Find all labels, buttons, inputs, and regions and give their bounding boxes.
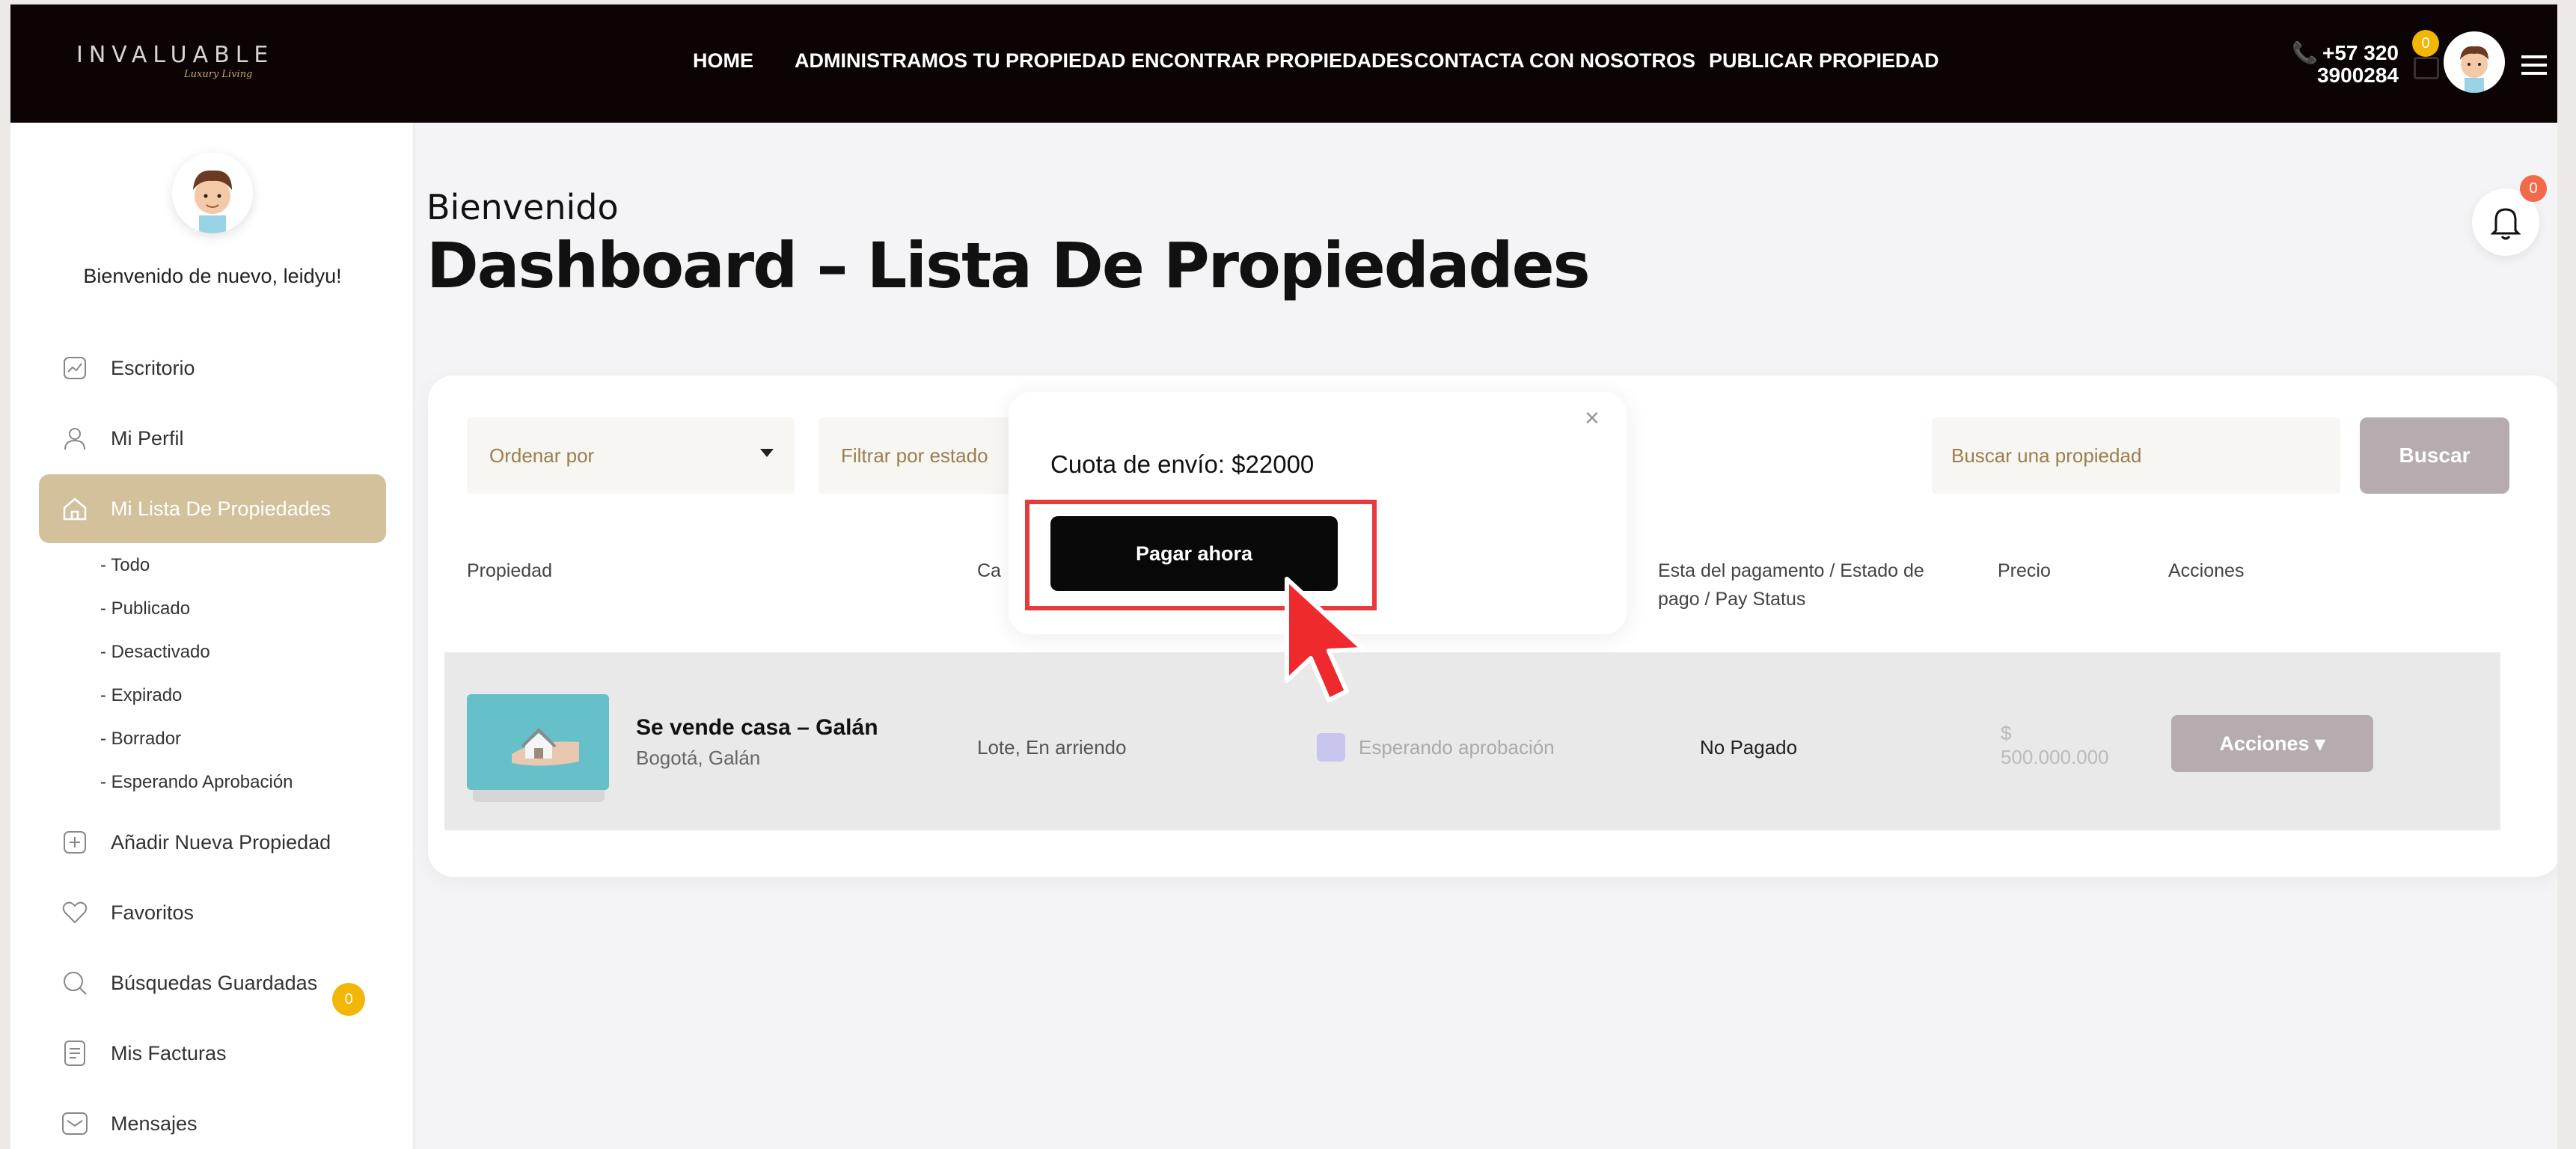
search-input[interactable]: [1932, 417, 2340, 494]
logo-subtitle: Luxury Living: [184, 69, 253, 80]
chevron-down-icon: [760, 449, 774, 457]
welcome-message: Bienvenido de nuevo, leidyu!: [83, 265, 342, 287]
sub-item-esperando[interactable]: - Esperando Aprobación: [100, 772, 293, 793]
header-category: Ca: [977, 560, 1001, 581]
sidebar-item-escritorio[interactable]: Escritorio: [39, 334, 386, 402]
top-navbar: INVALUABLE Luxury Living HOME ADMINISTRA…: [10, 4, 2557, 123]
property-thumbnail[interactable]: [467, 694, 609, 790]
nav-publicar[interactable]: PUBLICAR PROPIEDAD: [1709, 49, 1939, 73]
shipping-fee: Cuota de envío: $22000: [1050, 450, 1315, 478]
payment-status: No Pagado: [1700, 736, 1798, 759]
nav-administramos[interactable]: ADMINISTRAMOS TU PROPIEDAD: [795, 49, 1126, 73]
property-title[interactable]: Se vende casa – Galán: [636, 715, 878, 741]
header-price: Precio: [1998, 560, 2051, 581]
sidebar-label-mi-lista: Mi Lista De Propiedades: [111, 497, 331, 520]
phone-icon: 📞: [2292, 41, 2318, 64]
messages-badge: 0: [332, 983, 365, 1016]
sidebar-item-facturas[interactable]: Mis Facturas: [39, 1019, 386, 1088]
home-icon: [58, 492, 91, 525]
phone-line-2: 3900284: [2316, 64, 2399, 87]
header-payment-status: Esta del pagamento / Estado de pago / Pa…: [1658, 557, 1924, 613]
phone-contact[interactable]: 📞 +57 320 3900284: [2279, 42, 2399, 87]
sub-item-publicado[interactable]: - Publicado: [100, 598, 190, 619]
search-button[interactable]: Buscar: [2360, 417, 2509, 494]
cursor-arrow-icon: [1282, 576, 1380, 729]
header-property: Propiedad: [467, 560, 552, 581]
user-avatar[interactable]: [2444, 31, 2505, 93]
sub-item-borrador[interactable]: - Borrador: [100, 729, 181, 750]
phone-line-1: +57 320: [2322, 41, 2399, 64]
site-logo[interactable]: INVALUABLE: [76, 42, 274, 68]
header-payment-line-1: Esta del pagamento / Estado de: [1658, 560, 1924, 581]
header-payment-line-2: pago / Pay Status: [1658, 589, 1806, 610]
cart-icon[interactable]: [2414, 57, 2439, 79]
sub-item-expirado[interactable]: - Expirado: [100, 685, 182, 706]
search-icon: [58, 966, 91, 999]
price-value: 500.000.000: [2001, 746, 2109, 768]
property-price: $ 500.000.000: [2001, 721, 2109, 769]
actions-dropdown-button[interactable]: Acciones ▾: [2171, 715, 2373, 772]
nav-home[interactable]: HOME: [693, 49, 753, 73]
profile-avatar: [172, 153, 253, 233]
sidebar-item-favoritos[interactable]: Favoritos: [39, 878, 386, 947]
sidebar-item-mensajes[interactable]: Mensajes: [39, 1089, 386, 1149]
sidebar-item-mi-lista[interactable]: Mi Lista De Propiedades: [39, 474, 386, 543]
sidebar-label-mi-perfil: Mi Perfil: [111, 426, 184, 450]
property-location: Bogotá, Galán: [636, 747, 761, 769]
sidebar-label-escritorio: Escritorio: [111, 356, 195, 379]
invoice-icon: [58, 1037, 91, 1070]
plus-icon: [58, 826, 91, 859]
close-icon[interactable]: ×: [1585, 404, 1600, 433]
notification-badge: 0: [2520, 175, 2547, 202]
thumbnail-shadow: [473, 790, 605, 802]
menu-icon[interactable]: [2521, 55, 2547, 80]
status-filter-label: Filtrar por estado: [841, 444, 988, 467]
sidebar-label-facturas: Mis Facturas: [111, 1041, 227, 1064]
status-indicator: [1317, 733, 1345, 762]
sidebar-label-busquedas: Búsquedas Guardadas: [111, 971, 318, 994]
nav-encontrar[interactable]: ENCONTRAR PROPIEDADES: [1131, 49, 1413, 73]
sidebar-item-mi-perfil[interactable]: Mi Perfil: [39, 404, 386, 473]
message-icon: [58, 1107, 91, 1140]
property-category: Lote, En arriendo: [977, 736, 1127, 759]
greeting: Bienvenido: [426, 187, 619, 227]
cart-badge: 0: [2412, 30, 2439, 57]
heart-icon: [58, 896, 91, 929]
sidebar-label-mensajes: Mensajes: [111, 1112, 198, 1135]
sidebar-label-favoritos: Favoritos: [111, 901, 195, 924]
user-icon: [58, 422, 91, 455]
sidebar-label-anadir: Añadir Nueva Propiedad: [111, 830, 331, 854]
sidebar-item-anadir[interactable]: Añadir Nueva Propiedad: [39, 808, 386, 877]
property-status: Esperando aprobación: [1359, 736, 1555, 759]
order-by-label: Ordenar por: [489, 444, 595, 467]
nav-contacta[interactable]: CONTACTA CON NOSOTROS: [1414, 49, 1695, 73]
order-by-select[interactable]: Ordenar por: [467, 417, 795, 494]
page: INVALUABLE Luxury Living HOME ADMINISTRA…: [10, 4, 2557, 1149]
sub-item-todo[interactable]: - Todo: [100, 555, 150, 576]
price-symbol: $: [2001, 722, 2012, 744]
page-title: Dashboard – Lista De Propiedades: [426, 229, 1591, 302]
header-actions: Acciones: [2168, 560, 2245, 581]
chart-icon: [58, 352, 91, 384]
sub-item-desactivado[interactable]: - Desactivado: [100, 642, 210, 663]
